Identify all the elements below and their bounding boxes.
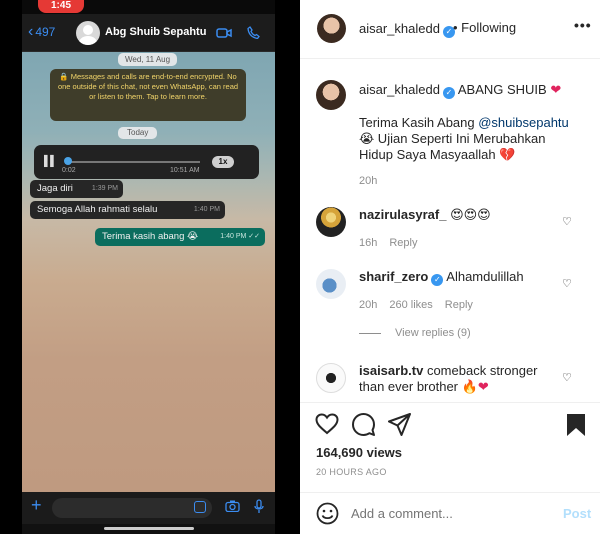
red-heart-icon: ❤ xyxy=(550,82,562,97)
broken-heart-icon: 💔 xyxy=(499,147,516,162)
message-text: Terima kasih abang 😭 xyxy=(102,231,199,242)
verified-icon: ✓ xyxy=(442,87,455,99)
encryption-notice: 🔒 Messages and calls are end-to-end encr… xyxy=(50,69,246,121)
caption-avatar[interactable] xyxy=(316,80,346,110)
pause-icon: ▌▌ xyxy=(44,156,57,167)
caption-header: aisar_khaledd ✓ ABANG SHUIB ❤ xyxy=(359,82,561,99)
sticker-icon xyxy=(194,501,206,513)
message-input xyxy=(52,498,212,518)
video-call-icon xyxy=(216,28,232,38)
author-username[interactable]: aisar_khaledd ✓ xyxy=(359,21,455,38)
comment-icon[interactable] xyxy=(352,413,375,436)
comment-time[interactable]: 16h xyxy=(359,237,377,249)
commenter-avatar[interactable] xyxy=(316,207,346,237)
comment-likes[interactable]: 260 likes xyxy=(389,299,432,311)
author-username-text[interactable]: aisar_khaledd xyxy=(359,21,440,36)
caption-mention[interactable]: @shuibsepahtu xyxy=(478,115,569,130)
chat-input-bar: + xyxy=(22,492,275,524)
comment-meta: 20h 260 likes Reply xyxy=(359,299,485,311)
sent-message-bubble: Terima kasih abang 😭 1:40 PM ✓✓ xyxy=(95,228,265,246)
today-chip: Today xyxy=(118,127,158,139)
view-count[interactable]: 164,690 views xyxy=(316,445,402,460)
caption-title: ABANG SHUIB xyxy=(457,82,547,97)
message-time: 1:40 PM xyxy=(193,206,220,213)
post-sidebar: aisar_khaledd ✓ • Following ••• aisar_kha… xyxy=(300,0,600,534)
voice-progress-dot xyxy=(64,157,72,165)
view-replies-label[interactable]: View replies (9) xyxy=(395,327,471,339)
chevron-left-icon: ‹ xyxy=(28,23,34,40)
status-time: 1:45 xyxy=(38,0,84,13)
comment-body: 😍😍😍 xyxy=(450,207,491,222)
commenter-avatar[interactable] xyxy=(316,363,346,393)
camera-icon xyxy=(225,500,240,512)
caption-time[interactable]: 20h xyxy=(359,175,377,187)
chat-header: ‹ 497 Abg Shuib Sepahtu xyxy=(22,14,275,52)
back-button: ‹ 497 xyxy=(28,23,56,40)
voice-current: 0:02 xyxy=(62,167,76,174)
message-text: Semoga Allah rahmati selalu xyxy=(37,204,158,215)
commenter-avatar[interactable] xyxy=(316,269,346,299)
comment-text: isaisarb.tv comeback stronger than ever … xyxy=(359,363,539,395)
caption-line-1: Terima Kasih Abang @shuibsepahtu xyxy=(359,115,569,131)
home-indicator xyxy=(104,527,194,530)
more-options-icon[interactable]: ••• xyxy=(574,17,592,33)
message-text: Jaga diri xyxy=(37,183,73,194)
voice-time: 10:51 AM xyxy=(170,167,200,174)
comment-time[interactable]: 20h xyxy=(359,299,377,311)
plus-icon: + xyxy=(31,495,42,515)
comment-text: sharif_zero ✓ Alhamdulillah xyxy=(359,269,559,286)
comment-like-heart-icon[interactable]: ♡ xyxy=(562,371,572,384)
back-count: 497 xyxy=(35,25,56,39)
post-time[interactable]: 20 HOURS AGO xyxy=(316,467,387,477)
post-media[interactable]: 1:45 ‹ 497 Abg Shuib Sepahtu Wed, 11 Aug… xyxy=(0,0,300,534)
add-comment-input[interactable] xyxy=(351,506,551,521)
message-time: 1:40 PM ✓✓ xyxy=(220,233,260,240)
caption-text: Terima Kasih Abang xyxy=(359,115,479,130)
save-bookmark-icon[interactable] xyxy=(566,413,586,437)
caption-line-2: 😭 Ujian Seperti Ini Merubahkan xyxy=(359,131,546,146)
voice-speed: 1x xyxy=(212,156,234,168)
commenter-username[interactable]: sharif_zero xyxy=(359,269,428,284)
commenter-username[interactable]: nazirulasyraf_ xyxy=(359,207,446,222)
post-header: aisar_khaledd ✓ • Following ••• xyxy=(300,0,600,59)
comment-like-heart-icon[interactable]: ♡ xyxy=(562,215,572,228)
phone-icon xyxy=(247,26,260,39)
chat-area: Wed, 11 Aug 🔒 Messages and calls are end… xyxy=(22,52,275,492)
view-replies-button[interactable]: View replies (9) xyxy=(359,327,471,339)
date-chip: Wed, 11 Aug xyxy=(118,53,178,66)
share-icon[interactable] xyxy=(388,413,411,436)
caption-line-3: Hidup Saya Masyaallah 💔 xyxy=(359,147,515,163)
replies-divider xyxy=(359,332,381,334)
message-time: 1:39 PM xyxy=(91,185,118,192)
reply-button[interactable]: Reply xyxy=(445,299,473,311)
comment-like-heart-icon[interactable]: ♡ xyxy=(562,277,572,290)
following-button[interactable]: • Following xyxy=(453,20,516,35)
author-avatar[interactable] xyxy=(317,14,346,43)
reply-button[interactable]: Reply xyxy=(389,237,417,249)
add-comment-bar: Post xyxy=(300,492,600,534)
comment-meta: 16h Reply xyxy=(359,237,429,249)
emoji-icon[interactable] xyxy=(316,502,339,525)
phone-screenshot: 1:45 ‹ 497 Abg Shuib Sepahtu Wed, 11 Aug… xyxy=(22,0,275,534)
voice-message: ▌▌ 0:02 10:51 AM 1x xyxy=(34,145,259,179)
post-actions: 164,690 views 20 HOURS AGO xyxy=(300,402,600,492)
caption-text: Hidup Saya Masyaallah xyxy=(359,147,496,162)
caption-username[interactable]: aisar_khaledd xyxy=(359,82,440,97)
voice-track xyxy=(66,161,200,163)
post-comment-button[interactable]: Post xyxy=(563,506,591,521)
comment-text: nazirulasyraf_ 😍😍😍 xyxy=(359,207,559,223)
commenter-username[interactable]: isaisarb.tv xyxy=(359,363,423,378)
contact-avatar xyxy=(76,21,100,45)
comment-body: Alhamdulillah xyxy=(446,269,524,284)
status-bar: 1:45 xyxy=(22,0,275,14)
message-bubble: Jaga diri 1:39 PM xyxy=(30,180,123,198)
microphone-icon xyxy=(254,499,264,513)
red-heart-icon: ❤ xyxy=(477,379,489,394)
like-heart-icon[interactable] xyxy=(315,413,339,435)
message-bubble: Semoga Allah rahmati selalu 1:40 PM xyxy=(30,201,225,219)
contact-name: Abg Shuib Sepahtu xyxy=(105,26,207,38)
verified-icon: ✓ xyxy=(431,274,444,286)
